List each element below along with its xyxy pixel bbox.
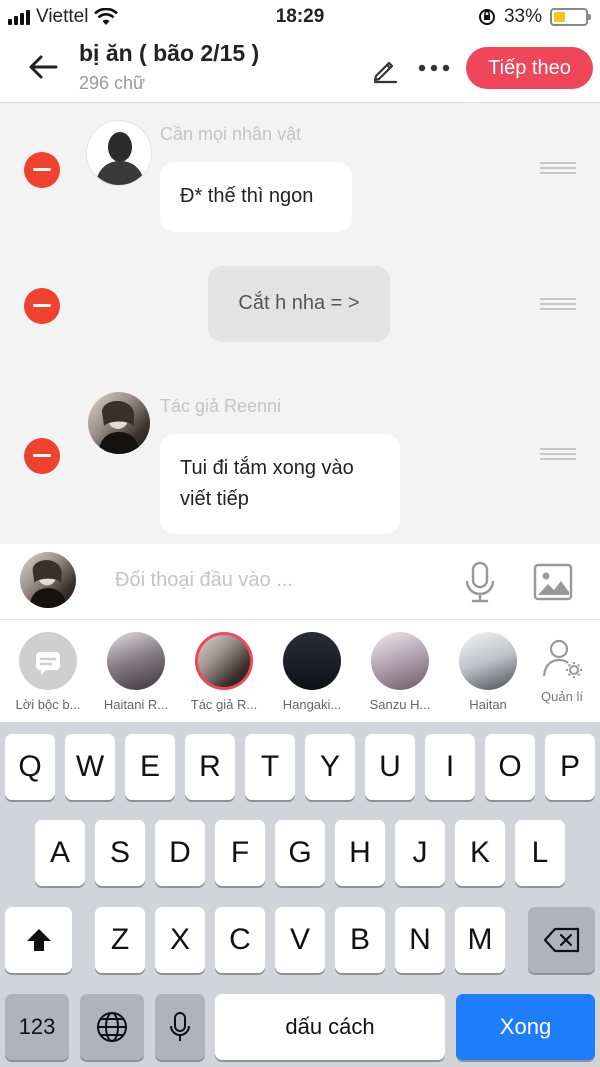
- speaker-name: Cần mọi nhân vật: [160, 124, 302, 144]
- shift-icon: [26, 929, 51, 951]
- microphone-icon: [170, 1012, 190, 1041]
- key-a[interactable]: A: [35, 820, 85, 886]
- image-icon[interactable]: [532, 562, 574, 602]
- character-item-selected[interactable]: Tác giả R...: [182, 632, 266, 712]
- narration-bubble[interactable]: Cắt h nha = >: [208, 266, 390, 342]
- globe-icon: [97, 1012, 127, 1042]
- status-right: 33%: [478, 6, 591, 28]
- back-arrow-icon[interactable]: [26, 50, 60, 84]
- numbers-key[interactable]: 123: [5, 994, 69, 1060]
- backspace-key[interactable]: [528, 907, 595, 973]
- key-t[interactable]: T: [245, 734, 295, 800]
- chat-area: Cần mọi nhân vật Đ* thế thì ngon Cắt h n…: [0, 104, 600, 544]
- character-label: Tác giả R...: [190, 697, 258, 712]
- next-button[interactable]: Tiếp theo: [466, 47, 593, 89]
- key-j[interactable]: J: [395, 820, 445, 886]
- character-item[interactable]: Sanzu H...: [358, 632, 442, 712]
- message-text-line: viết tiếp: [180, 488, 249, 510]
- key-w[interactable]: W: [65, 734, 115, 800]
- character-narration[interactable]: Lời bộc b...: [6, 632, 90, 712]
- message-text: Cắt h nha = >: [238, 292, 360, 314]
- microphone-icon[interactable]: [463, 560, 497, 604]
- key-p[interactable]: P: [545, 734, 595, 800]
- character-item[interactable]: Hangaki...: [270, 632, 354, 712]
- key-m[interactable]: M: [455, 907, 505, 973]
- done-key[interactable]: Xong: [456, 994, 595, 1060]
- status-bar: Viettel 18:29 33%: [0, 0, 600, 34]
- character-label: Lời bộc b...: [15, 697, 81, 712]
- header: bị ăn ( bão 2/15 ) 296 chữ Tiếp theo: [0, 34, 600, 103]
- character-label: Sanzu H...: [369, 697, 431, 712]
- character-label: Haitan: [469, 697, 507, 712]
- space-key[interactable]: dấu cách: [215, 994, 445, 1060]
- character-avatar: [371, 632, 429, 690]
- avatar-author: [88, 392, 150, 454]
- backspace-icon: [543, 927, 579, 953]
- key-h[interactable]: H: [335, 820, 385, 886]
- key-g[interactable]: G: [275, 820, 325, 886]
- keyboard: Q W E R T Y U I O P A S D F G H J K L Z …: [0, 722, 600, 1067]
- user-settings-icon: [542, 639, 582, 678]
- drag-handle-icon[interactable]: [540, 162, 576, 176]
- shift-key[interactable]: [5, 907, 72, 973]
- character-label: Hangaki...: [282, 697, 342, 712]
- key-k[interactable]: K: [455, 820, 505, 886]
- character-label: Haitani R...: [103, 697, 169, 712]
- story-title: bị ăn ( bão 2/15 ): [79, 40, 260, 66]
- remove-message-button[interactable]: [24, 438, 60, 474]
- key-f[interactable]: F: [215, 820, 265, 886]
- key-n[interactable]: N: [395, 907, 445, 973]
- character-avatar: [107, 632, 165, 690]
- globe-key[interactable]: [80, 994, 144, 1060]
- battery-percent: 33%: [503, 6, 542, 27]
- orientation-lock-icon: [478, 9, 495, 25]
- key-o[interactable]: O: [485, 734, 535, 800]
- character-item[interactable]: Haitani R...: [94, 632, 178, 712]
- character-selector: Lời bộc b... Haitani R... Tác giả R... H…: [0, 620, 600, 722]
- word-count: 296 chữ: [79, 73, 146, 93]
- key-s[interactable]: S: [95, 820, 145, 886]
- key-l[interactable]: L: [515, 820, 565, 886]
- avatar-silhouette: [86, 120, 152, 186]
- key-i[interactable]: I: [425, 734, 475, 800]
- character-avatar: [283, 632, 341, 690]
- current-speaker-avatar[interactable]: [20, 552, 76, 608]
- more-icon[interactable]: [416, 56, 452, 80]
- speaker-name: Tác giả Reenni: [160, 396, 282, 416]
- key-d[interactable]: D: [155, 820, 205, 886]
- key-c[interactable]: C: [215, 907, 265, 973]
- key-u[interactable]: U: [365, 734, 415, 800]
- pencil-icon[interactable]: [370, 54, 400, 84]
- dialogue-input[interactable]: Đối thoại đầu vào ...: [115, 569, 293, 592]
- drag-handle-icon[interactable]: [540, 448, 576, 462]
- key-q[interactable]: Q: [5, 734, 55, 800]
- dictation-key[interactable]: [155, 994, 205, 1060]
- character-avatar: [459, 632, 517, 690]
- drag-handle-icon[interactable]: [540, 298, 576, 312]
- remove-message-button[interactable]: [24, 288, 60, 324]
- key-e[interactable]: E: [125, 734, 175, 800]
- message-text-line: Tui đi tắm xong vào: [180, 457, 354, 479]
- character-avatar: [195, 632, 253, 690]
- key-b[interactable]: B: [335, 907, 385, 973]
- key-z[interactable]: Z: [95, 907, 145, 973]
- key-r[interactable]: R: [185, 734, 235, 800]
- battery-icon: [550, 8, 591, 26]
- message-bubble[interactable]: Đ* thế thì ngon: [160, 162, 352, 232]
- key-y[interactable]: Y: [305, 734, 355, 800]
- composer-bar: Đối thoại đầu vào ...: [0, 544, 600, 620]
- narration-icon: [19, 632, 77, 690]
- manage-characters-button[interactable]: Quản lí: [532, 636, 592, 704]
- manage-label: Quản lí: [541, 689, 583, 704]
- message-text: Đ* thế thì ngon: [180, 185, 314, 207]
- character-item[interactable]: Haitan: [446, 632, 530, 712]
- key-v[interactable]: V: [275, 907, 325, 973]
- key-x[interactable]: X: [155, 907, 205, 973]
- remove-message-button[interactable]: [24, 152, 60, 188]
- message-bubble[interactable]: Tui đi tắm xong vào viết tiếp: [160, 434, 400, 534]
